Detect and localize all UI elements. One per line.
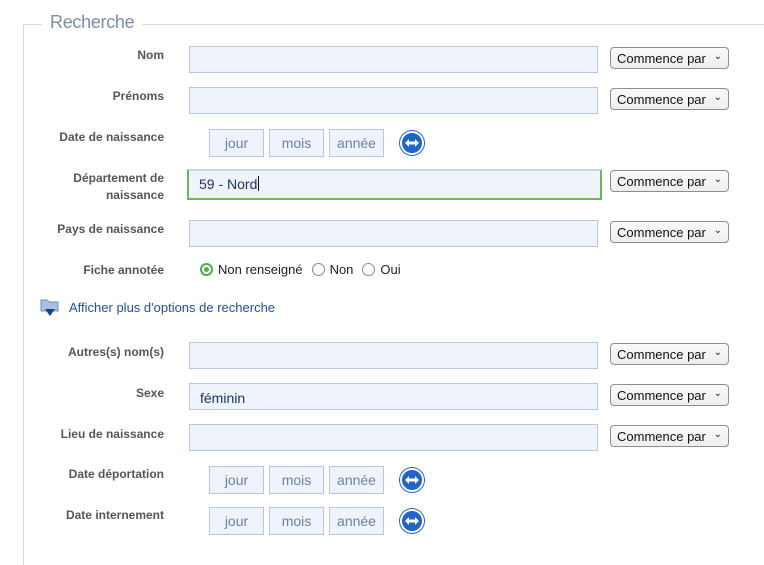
radio-button[interactable] <box>311 263 325 276</box>
radio-non-renseigne[interactable]: Non renseigné <box>200 262 303 277</box>
autres-noms-label: Autres(s) nom(s) <box>67 345 164 359</box>
select-value: Commence par <box>617 51 706 66</box>
internement-month-input[interactable]: mois <box>269 507 324 535</box>
fieldset-legend: Recherche <box>42 12 143 33</box>
departement-label: Département de naissance <box>14 170 164 204</box>
lieu-label: Lieu de naissance <box>60 427 164 441</box>
fiche-radio-group: Non renseigné Non Oui <box>200 262 410 277</box>
autres-noms-match-select[interactable]: Commence par ⌄ <box>610 343 729 365</box>
chevron-down-icon: ⌄ <box>713 51 722 62</box>
select-value: Commence par <box>617 92 706 107</box>
deportation-day-input[interactable]: jour <box>209 466 264 494</box>
select-value: Commence par <box>617 174 706 189</box>
departement-value: 59 - Nord <box>199 176 258 192</box>
pays-match-select[interactable]: Commence par ⌄ <box>610 221 729 243</box>
radio-label: Non renseigné <box>218 262 303 277</box>
autres-noms-input[interactable] <box>189 342 598 369</box>
select-value: Commence par <box>617 429 706 444</box>
pays-label: Pays de naissance <box>57 222 164 236</box>
date-deportation-label: Date déportation <box>68 467 164 481</box>
nom-input[interactable] <box>189 46 598 73</box>
lieu-input[interactable] <box>189 424 598 451</box>
departement-match-select[interactable]: Commence par ⌄ <box>610 170 729 192</box>
radio-button-checked[interactable] <box>200 263 213 276</box>
more-options-link[interactable]: Afficher plus d'options de recherche <box>69 300 275 315</box>
date-internement-label: Date internement <box>65 508 164 522</box>
sexe-label: Sexe <box>135 386 164 400</box>
internement-day-input[interactable]: jour <box>209 507 264 535</box>
deportation-year-input[interactable]: année <box>329 466 384 494</box>
swap-arrows-icon[interactable] <box>400 131 424 155</box>
internement-year-input[interactable]: année <box>329 507 384 535</box>
departement-label-line1: Département de <box>73 171 164 185</box>
nom-label: Nom <box>137 48 164 62</box>
text-caret <box>258 176 260 191</box>
chevron-down-icon: ⌄ <box>713 347 722 358</box>
birth-month-input[interactable]: mois <box>269 129 324 157</box>
lieu-match-select[interactable]: Commence par ⌄ <box>610 425 729 447</box>
radio-non[interactable]: Non <box>311 262 354 277</box>
sexe-match-select[interactable]: Commence par ⌄ <box>610 384 729 406</box>
select-value: Commence par <box>617 388 706 403</box>
departement-input[interactable]: 59 - Nord <box>187 169 602 200</box>
prenoms-input[interactable] <box>189 87 598 114</box>
radio-label: Non <box>329 262 354 277</box>
swap-arrows-icon[interactable] <box>400 468 424 492</box>
chevron-down-icon: ⌄ <box>713 429 722 440</box>
radio-button[interactable] <box>362 263 376 276</box>
departement-label-line2: naissance <box>105 188 164 202</box>
birth-day-input[interactable]: jour <box>209 129 264 157</box>
pays-input[interactable] <box>189 220 598 247</box>
deportation-month-input[interactable]: mois <box>269 466 324 494</box>
chevron-down-icon: ⌄ <box>713 92 722 103</box>
swap-arrows-icon[interactable] <box>400 509 424 533</box>
nom-match-select[interactable]: Commence par ⌄ <box>610 47 729 69</box>
sexe-input[interactable]: féminin <box>189 383 598 410</box>
folder-down-icon[interactable] <box>40 297 60 319</box>
chevron-down-icon: ⌄ <box>713 388 722 399</box>
select-value: Commence par <box>617 347 706 362</box>
date-naissance-label: Date de naissance <box>59 130 164 144</box>
birth-year-input[interactable]: année <box>329 129 384 157</box>
chevron-down-icon: ⌄ <box>713 174 722 185</box>
fiche-label: Fiche annotée <box>83 263 164 277</box>
radio-label: Oui <box>380 262 401 277</box>
chevron-down-icon: ⌄ <box>713 225 722 236</box>
radio-oui[interactable]: Oui <box>362 262 401 277</box>
prenoms-match-select[interactable]: Commence par ⌄ <box>610 88 729 110</box>
select-value: Commence par <box>617 225 706 240</box>
prenoms-label: Prénoms <box>112 89 164 103</box>
